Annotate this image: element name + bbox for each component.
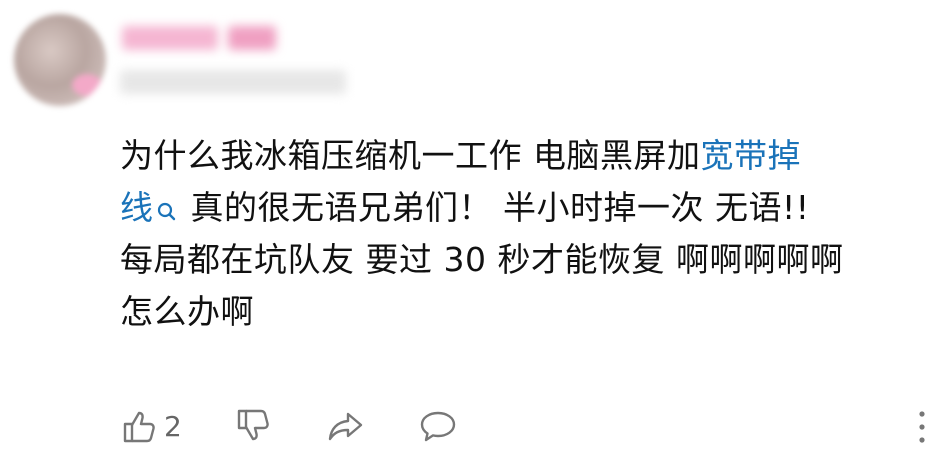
keyword-link-continued[interactable]: 线 <box>120 188 154 227</box>
dislike-button[interactable] <box>234 406 274 446</box>
search-icon[interactable] <box>156 188 176 221</box>
keyword-link[interactable]: 宽带掉 <box>701 136 802 175</box>
comment-line-1: 为什么我冰箱压缩机一工作 电脑黑屏加宽带掉 <box>120 130 920 182</box>
comment-text: 为什么我冰箱压缩机一工作 电脑黑屏加 <box>120 136 701 175</box>
thumbs-up-icon <box>123 411 155 443</box>
comment-line-4: 怎么办啊 <box>120 292 254 331</box>
username-blurred[interactable] <box>122 24 276 52</box>
user-avatar[interactable] <box>14 14 106 106</box>
reply-button[interactable] <box>418 406 458 446</box>
thumbs-down-icon <box>237 409 269 441</box>
like-count: 2 <box>164 409 182 443</box>
comment-body: 为什么我冰箱压缩机一工作 电脑黑屏加宽带掉 线 真的很无语兄弟们！ 半小时掉一次… <box>120 130 920 338</box>
user-badge <box>228 26 276 50</box>
comment-meta-blurred <box>120 70 346 94</box>
comment-actions: 2 <box>120 404 920 448</box>
share-arrow-icon <box>328 412 363 441</box>
comment-text: 真的很无语兄弟们！ 半小时掉一次 无语!! <box>179 188 810 227</box>
more-options-button[interactable] <box>916 410 928 444</box>
comment-line-3: 每局都在坑队友 要过 30 秒才能恢复 啊啊啊啊啊 <box>120 240 844 279</box>
username <box>122 26 218 50</box>
comment-bubble-icon <box>420 411 456 442</box>
share-button[interactable] <box>326 406 366 446</box>
like-button[interactable]: 2 <box>120 406 182 446</box>
comment-line-2: 线 真的很无语兄弟们！ 半小时掉一次 无语!! <box>120 182 920 234</box>
more-vertical-icon <box>919 411 925 443</box>
